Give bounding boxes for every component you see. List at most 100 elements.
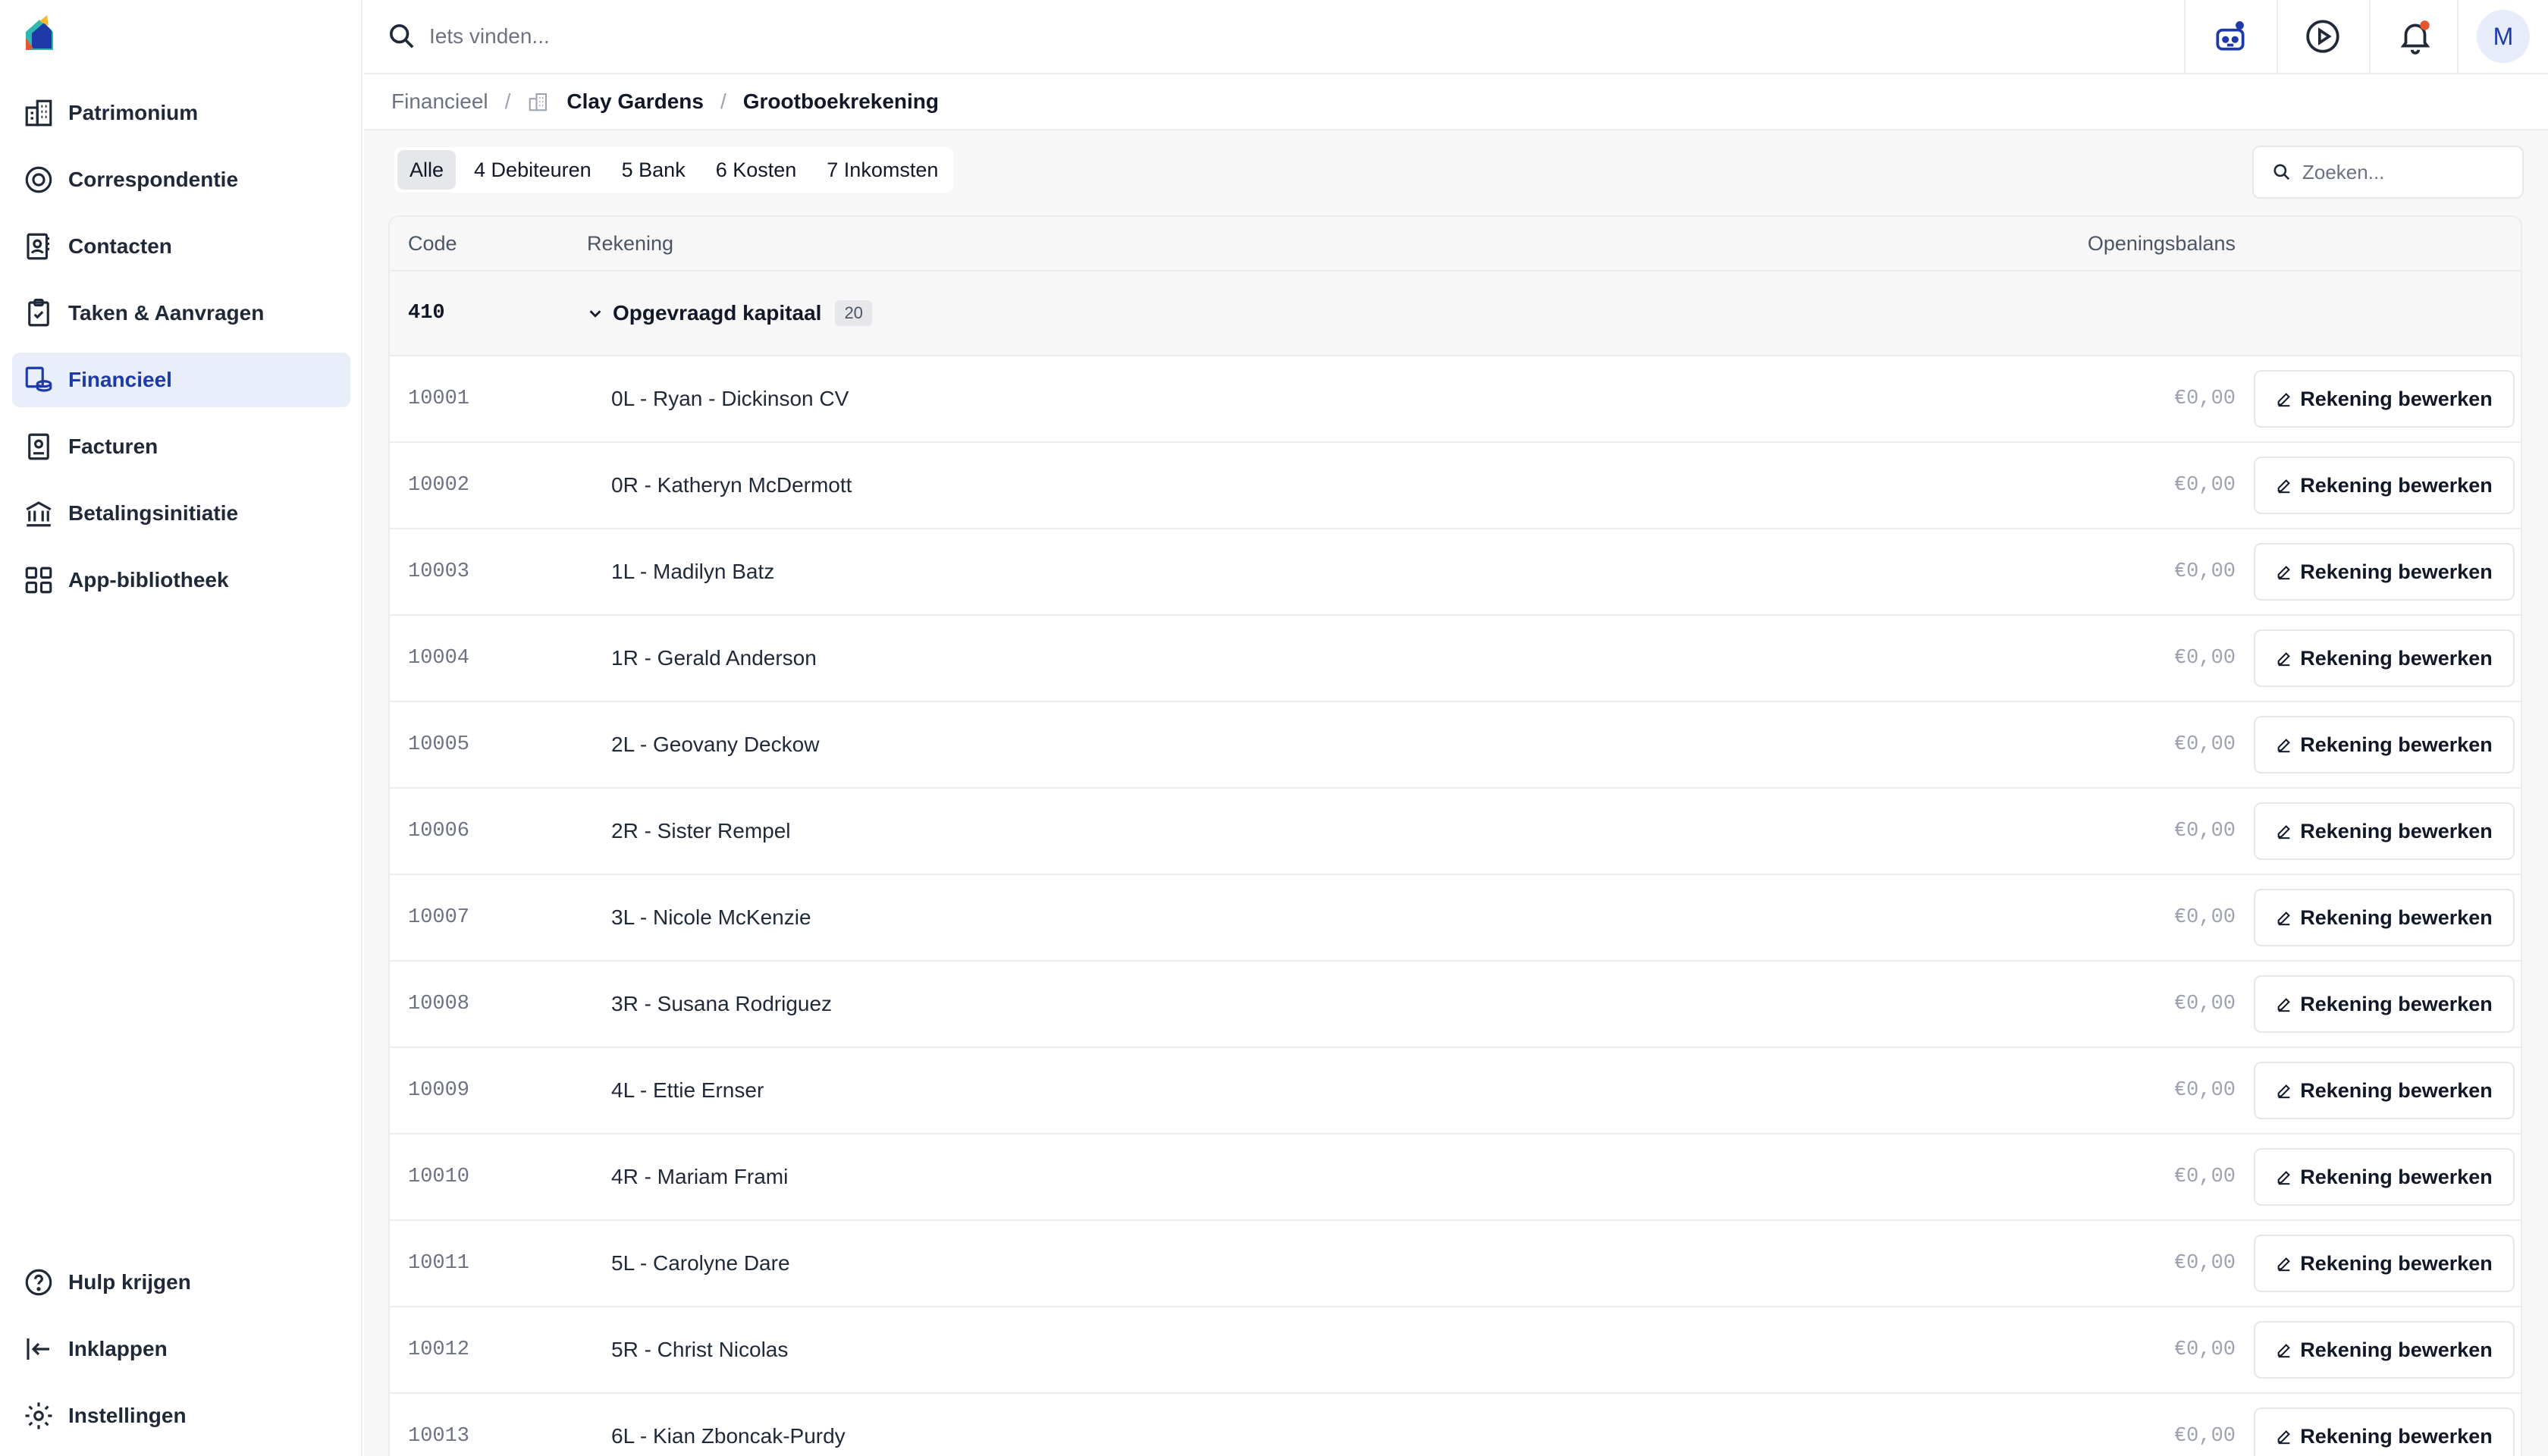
edit-account-label: Rekening bewerken [2300, 473, 2493, 497]
pencil-icon [2277, 566, 2291, 580]
sidebar-item-betalingsinitiatie[interactable]: Betalingsinitiatie [12, 486, 350, 541]
edit-account-button[interactable]: Rekening bewerken [2254, 889, 2515, 946]
table-search-input[interactable] [2302, 160, 2507, 184]
edit-account-button[interactable]: Rekening bewerken [2254, 1407, 2515, 1456]
edit-account-button[interactable]: Rekening bewerken [2254, 1148, 2515, 1206]
sidebar-item-instellingen[interactable]: Instellingen [12, 1389, 350, 1443]
edit-account-label: Rekening bewerken [2300, 1078, 2493, 1102]
row-account-name: 6L - Kian Zboncak-Purdy [611, 1424, 846, 1448]
edit-account-button[interactable]: Rekening bewerken [2254, 1062, 2515, 1119]
column-header-code[interactable]: Code [390, 232, 587, 256]
sidebar-nav: Patrimonium Correspondentie Contacten Ta… [12, 86, 350, 620]
bell-icon [2400, 20, 2430, 55]
notifications-button[interactable] [2369, 0, 2460, 73]
row-account-name: 1L - Madilyn Batz [611, 560, 775, 583]
group-row[interactable]: 410 Opgevraagd kapitaal 20 [390, 271, 2521, 356]
edit-account-label: Rekening bewerken [2300, 1338, 2493, 1361]
pencil-icon [2277, 1257, 2291, 1272]
edit-account-button[interactable]: Rekening bewerken [2254, 1321, 2515, 1379]
row-actions: Rekening bewerken [2236, 370, 2521, 428]
pencil-icon [2277, 1344, 2291, 1358]
row-opening-balance: €0,00 [2173, 1425, 2236, 1448]
row-opening-balance: €0,00 [2173, 1166, 2236, 1188]
app-logo[interactable] [21, 15, 58, 53]
pencil-icon [2277, 825, 2291, 839]
column-header-rekening[interactable]: Rekening [587, 232, 1981, 256]
row-opening-balance: €0,00 [2173, 906, 2236, 929]
breadcrumb-building[interactable]: Clay Gardens [566, 89, 704, 114]
row-opening-balance: €0,00 [2173, 1252, 2236, 1275]
tab-bank[interactable]: 5 Bank [610, 150, 698, 190]
group-code: 410 [408, 302, 445, 325]
edit-account-button[interactable]: Rekening bewerken [2254, 975, 2515, 1033]
row-actions: Rekening bewerken [2236, 1321, 2521, 1379]
tab-debiteuren[interactable]: 4 Debiteuren [462, 150, 604, 190]
group-name: Opgevraagd kapitaal [613, 301, 822, 325]
row-actions: Rekening bewerken [2236, 1235, 2521, 1292]
row-account-name: 0R - Katheryn McDermott [611, 473, 852, 497]
sidebar-bottom-nav: Hulp krijgen Inklappen Instellingen [12, 1255, 350, 1455]
robot-icon [2216, 21, 2245, 51]
row-code: 10004 [408, 647, 470, 670]
row-actions: Rekening bewerken [2236, 1407, 2521, 1456]
edit-account-button[interactable]: Rekening bewerken [2254, 802, 2515, 860]
sidebar-item-facturen[interactable]: Facturen [12, 419, 350, 474]
edit-account-button[interactable]: Rekening bewerken [2254, 370, 2515, 428]
table-row: 10004 1R - Gerald Anderson €0,00 Rekenin… [390, 616, 2521, 702]
pencil-icon [2277, 1084, 2291, 1099]
tab-kosten[interactable]: 6 Kosten [704, 150, 809, 190]
sidebar-item-hulp-krijgen[interactable]: Hulp krijgen [12, 1255, 350, 1310]
row-actions: Rekening bewerken [2236, 975, 2521, 1033]
sidebar-item-taken-aanvragen[interactable]: Taken & Aanvragen [12, 286, 350, 340]
edit-account-button[interactable]: Rekening bewerken [2254, 629, 2515, 687]
row-code: 10009 [408, 1079, 470, 1102]
contacts-icon [27, 233, 49, 260]
row-opening-balance: €0,00 [2173, 733, 2236, 756]
tab-inkomsten[interactable]: 7 Inkomsten [814, 150, 950, 190]
table-row: 10010 4R - Mariam Frami €0,00 Rekening b… [390, 1134, 2521, 1221]
group-toggle[interactable]: Opgevraagd kapitaal 20 [587, 300, 872, 326]
edit-account-button[interactable]: Rekening bewerken [2254, 543, 2515, 601]
coins-icon [25, 366, 52, 392]
edit-account-button[interactable]: Rekening bewerken [2254, 1235, 2515, 1292]
avatar[interactable]: M [2477, 10, 2530, 63]
sidebar-item-label: Inklappen [68, 1337, 168, 1360]
row-actions: Rekening bewerken [2236, 802, 2521, 860]
breadcrumb-financieel[interactable]: Financieel [391, 89, 488, 114]
sidebar-item-label: Facturen [68, 435, 158, 458]
tab-alle[interactable]: Alle [397, 150, 457, 190]
play-tutorial-button[interactable] [2277, 0, 2368, 73]
edit-account-button[interactable]: Rekening bewerken [2254, 716, 2515, 774]
row-actions: Rekening bewerken [2236, 1148, 2521, 1206]
top-bar: M [364, 0, 2548, 74]
breadcrumb-separator: / [504, 89, 511, 113]
pencil-icon [2277, 912, 2291, 926]
row-account-name: 3L - Nicole McKenzie [611, 905, 811, 929]
row-opening-balance: €0,00 [2173, 560, 2236, 583]
assistant-button[interactable] [2184, 0, 2275, 73]
sidebar-item-contacten[interactable]: Contacten [12, 219, 350, 274]
row-account-name: 4L - Ettie Ernser [611, 1078, 764, 1102]
pencil-icon [2277, 479, 2291, 494]
sidebar-item-app-bibliotheek[interactable]: App-bibliotheek [12, 553, 350, 607]
sidebar-item-correspondentie[interactable]: Correspondentie [12, 152, 350, 207]
row-opening-balance: €0,00 [2173, 993, 2236, 1015]
table-row: 10006 2R - Sister Rempel €0,00 Rekening … [390, 789, 2521, 875]
table-row: 10002 0R - Katheryn McDermott €0,00 Reke… [390, 443, 2521, 529]
breadcrumb: Financieel / Clay Gardens / Grootboekrek… [364, 74, 2548, 130]
sidebar-item-label: Patrimonium [68, 101, 199, 124]
sidebar-item-label: Financieel [68, 368, 172, 391]
edit-account-label: Rekening bewerken [2300, 905, 2493, 929]
sidebar-item-financieel[interactable]: Financieel [12, 353, 350, 407]
row-code: 10011 [408, 1252, 470, 1275]
user-menu[interactable]: M [2457, 0, 2548, 73]
column-header-openingsbalans[interactable]: Openingsbalans [1981, 232, 2236, 256]
sidebar-item-inklappen[interactable]: Inklappen [12, 1322, 350, 1376]
global-search-input[interactable] [429, 17, 1112, 56]
table-row: 10007 3L - Nicole McKenzie €0,00 Rekenin… [390, 875, 2521, 962]
pencil-icon [2277, 652, 2291, 667]
search-icon [2273, 164, 2290, 180]
sidebar-item-patrimonium[interactable]: Patrimonium [12, 86, 350, 140]
edit-account-button[interactable]: Rekening bewerken [2254, 457, 2515, 514]
table-search[interactable] [2252, 146, 2524, 199]
